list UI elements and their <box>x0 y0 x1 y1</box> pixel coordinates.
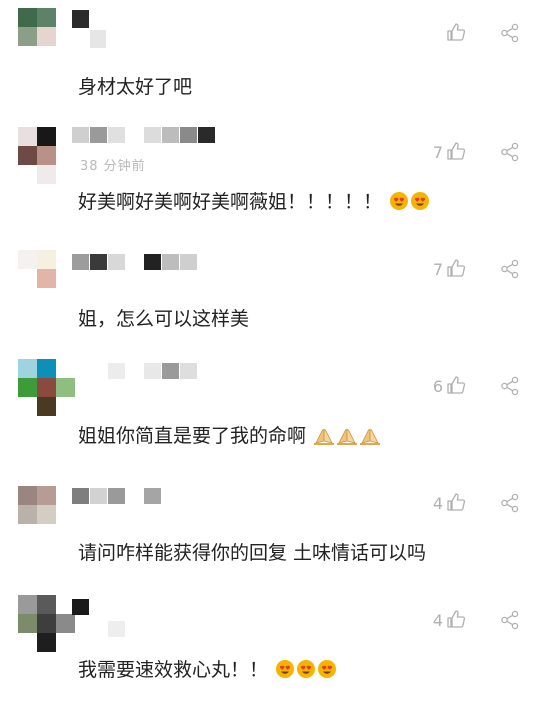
comment-text-body: 姐姐你简直是要了我的命啊 <box>78 425 307 447</box>
comment-item: 38 分钟前 7 好美啊好美啊好美啊薇姐！！！！！ <box>0 121 541 238</box>
username-blurred[interactable] <box>72 599 232 637</box>
username-blurred[interactable] <box>72 10 232 48</box>
comment-text: 请问咋样能获得你的回复 土味情话可以吗 <box>78 538 426 565</box>
avatar[interactable] <box>18 8 56 46</box>
like-count: 7 <box>432 260 443 279</box>
username-blurred[interactable] <box>72 127 232 143</box>
username-blurred[interactable] <box>72 488 232 504</box>
praying-hands-emoji <box>359 425 381 445</box>
comment-text-body: 姐，怎么可以这样美 <box>78 308 250 330</box>
like-count: 7 <box>432 143 443 162</box>
timestamp: 38 分钟前 <box>80 159 146 174</box>
comment-text: 姐，怎么可以这样美 <box>78 304 249 331</box>
like-icon[interactable] <box>446 375 466 395</box>
comment-item: 4 请问咋样能获得你的回复 土味情话可以吗 <box>0 472 541 589</box>
praying-hands-emoji <box>336 425 358 445</box>
avatar[interactable] <box>18 486 56 524</box>
username-blurred[interactable] <box>72 254 232 270</box>
comment-item: 4 我需要速效救心丸！！ <box>0 589 541 706</box>
share-icon[interactable] <box>500 376 520 396</box>
share-icon[interactable] <box>500 610 520 630</box>
share-icon[interactable] <box>500 259 520 279</box>
share-icon[interactable] <box>500 493 520 513</box>
heart-eyes-emoji <box>410 191 430 211</box>
like-icon[interactable] <box>446 141 466 161</box>
heart-eyes-emoji <box>389 191 409 211</box>
share-icon[interactable] <box>500 142 520 162</box>
like-icon[interactable] <box>446 609 466 629</box>
comment-text: 我需要速效救心丸！！ <box>78 655 337 682</box>
like-count: 6 <box>432 377 443 396</box>
avatar[interactable] <box>18 595 75 652</box>
comment-text: 好美啊好美啊好美啊薇姐！！！！！ <box>78 187 430 214</box>
comment-text-body: 请问咋样能获得你的回复 土味情话可以吗 <box>78 542 427 564</box>
avatar[interactable] <box>18 359 75 416</box>
heart-eyes-emoji <box>296 659 316 679</box>
praying-hands-emoji <box>313 425 335 445</box>
like-icon[interactable] <box>446 492 466 512</box>
like-icon[interactable] <box>446 22 466 42</box>
comment-item: 身材太好了吧 <box>0 4 541 121</box>
like-count: 4 <box>432 611 443 630</box>
comment-text-body: 身材太好了吧 <box>78 76 193 98</box>
avatar[interactable] <box>18 127 56 184</box>
comment-item: 6 姐姐你简直是要了我的命啊 <box>0 355 541 472</box>
username-blurred[interactable] <box>72 363 232 379</box>
like-icon[interactable] <box>446 258 466 278</box>
heart-eyes-emoji <box>275 659 295 679</box>
comment-text: 身材太好了吧 <box>78 72 192 99</box>
comment-item: 7 姐，怎么可以这样美 <box>0 238 541 355</box>
comment-text: 姐姐你简直是要了我的命啊 <box>78 421 381 448</box>
like-count: 4 <box>432 494 443 513</box>
comment-text-body: 我需要速效救心丸！！ <box>78 659 269 681</box>
share-icon[interactable] <box>500 23 520 43</box>
heart-eyes-emoji <box>317 659 337 679</box>
avatar[interactable] <box>18 250 56 288</box>
comment-text-body: 好美啊好美啊好美啊薇姐！！！！！ <box>78 191 383 213</box>
